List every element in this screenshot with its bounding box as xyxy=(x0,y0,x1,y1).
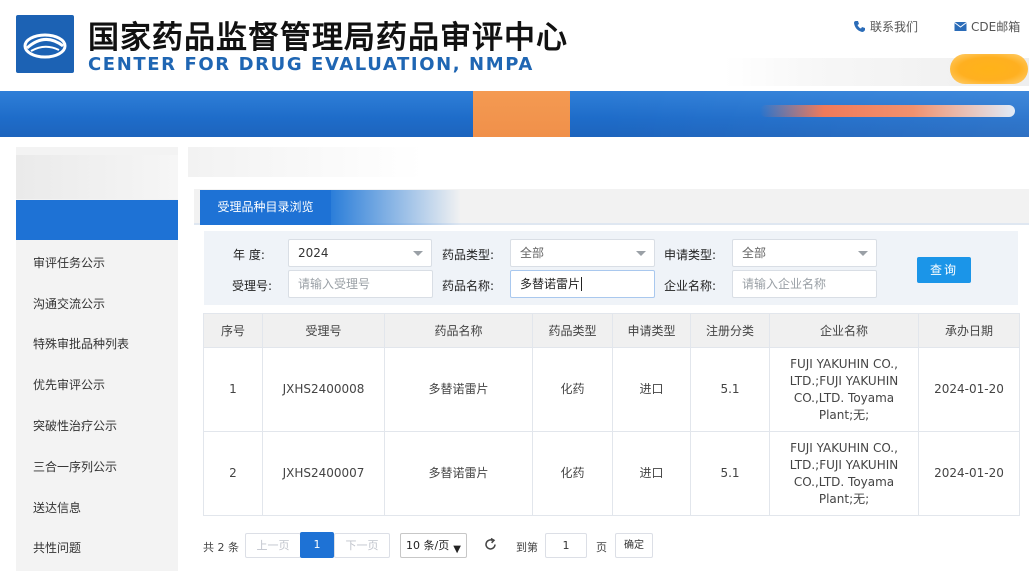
breadcrumb xyxy=(188,147,423,177)
chevron-down-icon xyxy=(413,251,423,256)
year-select[interactable]: 2024 xyxy=(288,239,432,267)
drug-name-label: 药品名称: xyxy=(442,279,495,293)
apply-type-select[interactable]: 全部 xyxy=(732,239,877,267)
header-index: 序号 xyxy=(203,313,263,348)
sidebar-item-delivery[interactable]: 送达信息 xyxy=(33,499,81,516)
tab-fade xyxy=(331,190,461,225)
sidebar-item-breakthrough[interactable]: 突破性治疗公示 xyxy=(33,417,117,434)
cde-logo-icon[interactable] xyxy=(16,15,74,73)
cell-accept-no: JXHS2400008 xyxy=(262,347,385,432)
sidebar-item-three-in-one[interactable]: 三合一序列公示 xyxy=(33,458,117,475)
pagination-total: 共 2 条 xyxy=(203,541,239,554)
table-header-row: 序号 受理号 药品名称 药品类型 申请类型 注册分类 企业名称 承办日期 xyxy=(203,313,1020,348)
drug-type-label: 药品类型: xyxy=(442,248,495,262)
phone-icon xyxy=(854,21,865,32)
results-table: 序号 受理号 药品名称 药品类型 申请类型 注册分类 企业名称 承办日期 1 J… xyxy=(203,313,1020,516)
cell-drug-name: 多替诺雷片 xyxy=(384,347,533,432)
header-accept-no: 受理号 xyxy=(262,313,385,348)
banner-streak xyxy=(760,105,1015,117)
cell-apply-type: 进口 xyxy=(612,431,691,516)
next-page-button[interactable]: 下一页 xyxy=(334,533,390,558)
sidebar-item-special-approval[interactable]: 特殊审批品种列表 xyxy=(33,335,129,352)
table-row[interactable]: 1 JXHS2400008 多替诺雷片 化药 进口 5.1 FUJI YAKUH… xyxy=(203,347,1020,432)
sidebar-item-review-tasks[interactable]: 审评任务公示 xyxy=(33,254,105,271)
cell-index: 1 xyxy=(203,347,263,432)
cell-drug-name: 多替诺雷片 xyxy=(384,431,533,516)
chevron-down-icon: ▼ xyxy=(453,544,461,555)
drug-name-value: 多替诺雷片 xyxy=(520,277,581,291)
cell-index: 2 xyxy=(203,431,263,516)
chevron-down-icon xyxy=(858,251,868,256)
header-orange-button[interactable] xyxy=(950,54,1028,84)
refresh-icon[interactable] xyxy=(483,537,498,552)
sidebar: 审评任务公示 沟通交流公示 特殊审批品种列表 优先审评公示 突破性治疗公示 三合… xyxy=(16,147,178,571)
header-apply-type: 申请类型 xyxy=(612,313,691,348)
search-button[interactable]: 查询 xyxy=(917,257,971,283)
cell-company: FUJI YAKUHIN CO., LTD.;FUJI YAKUHIN CO.,… xyxy=(769,347,919,432)
chevron-down-icon xyxy=(636,251,646,256)
sidebar-header xyxy=(16,155,178,199)
banner xyxy=(0,91,1029,137)
tab-catalog-browse[interactable]: 受理品种目录浏览 xyxy=(200,190,331,225)
header-company: 企业名称 xyxy=(769,313,919,348)
site-title: 国家药品监督管理局药品审评中心 xyxy=(88,20,568,56)
goto-page-input[interactable]: 1 xyxy=(545,533,587,558)
sidebar-item-priority-review[interactable]: 优先审评公示 xyxy=(33,376,105,393)
site-subtitle: CENTER FOR DRUG EVALUATION, NMPA xyxy=(88,54,534,75)
page-size-value: 10 条/页 xyxy=(406,539,450,552)
prev-page-button[interactable]: 上一页 xyxy=(245,533,301,558)
company-input[interactable]: 请输入企业名称 xyxy=(732,270,877,298)
header-date: 承办日期 xyxy=(918,313,1020,348)
mail-icon xyxy=(954,22,967,31)
page-size-select[interactable]: 10 条/页 ▼ xyxy=(400,533,467,558)
page-unit-label: 页 xyxy=(596,541,607,554)
drug-type-select[interactable]: 全部 xyxy=(510,239,655,267)
drug-name-input[interactable]: 多替诺雷片 xyxy=(510,270,655,298)
sidebar-item-common-issues[interactable]: 共性问题 xyxy=(33,539,81,556)
page-1-button[interactable]: 1 xyxy=(300,532,334,558)
accept-no-input[interactable]: 请输入受理号 xyxy=(288,270,433,298)
company-label: 企业名称: xyxy=(664,279,717,293)
goto-label: 到第 xyxy=(516,541,538,554)
banner-orange-block xyxy=(473,91,570,137)
contact-us-link[interactable]: 联系我们 xyxy=(853,18,918,35)
goto-confirm-button[interactable]: 确定 xyxy=(615,533,653,558)
accept-no-label: 受理号: xyxy=(232,279,273,293)
sidebar-item-active[interactable] xyxy=(16,200,178,240)
site-header: 国家药品监督管理局药品审评中心 CENTER FOR DRUG EVALUATI… xyxy=(0,0,1029,91)
table-row[interactable]: 2 JXHS2400007 多替诺雷片 化药 进口 5.1 FUJI YAKUH… xyxy=(203,431,1020,516)
cell-drug-type: 化药 xyxy=(532,347,613,432)
header-reg-class: 注册分类 xyxy=(690,313,770,348)
text-cursor xyxy=(581,277,583,291)
sidebar-item-communication[interactable]: 沟通交流公示 xyxy=(33,295,105,312)
cell-apply-type: 进口 xyxy=(612,347,691,432)
cell-reg-class: 5.1 xyxy=(690,347,770,432)
cde-mail-link[interactable]: CDE邮箱 xyxy=(954,18,1020,35)
year-label: 年 度: xyxy=(233,248,265,262)
cell-date: 2024-01-20 xyxy=(918,347,1020,432)
cell-accept-no: JXHS2400007 xyxy=(262,431,385,516)
header-drug-type: 药品类型 xyxy=(532,313,613,348)
apply-type-value: 全部 xyxy=(742,246,767,260)
contact-us-label: 联系我们 xyxy=(870,20,919,34)
cell-drug-type: 化药 xyxy=(532,431,613,516)
drug-type-value: 全部 xyxy=(520,246,545,260)
cde-mail-label: CDE邮箱 xyxy=(971,20,1021,34)
cell-reg-class: 5.1 xyxy=(690,431,770,516)
cell-company: FUJI YAKUHIN CO., LTD.;FUJI YAKUHIN CO.,… xyxy=(769,431,919,516)
year-value: 2024 xyxy=(298,246,329,260)
apply-type-label: 申请类型: xyxy=(664,248,717,262)
header-drug-name: 药品名称 xyxy=(384,313,533,348)
cell-date: 2024-01-20 xyxy=(918,431,1020,516)
